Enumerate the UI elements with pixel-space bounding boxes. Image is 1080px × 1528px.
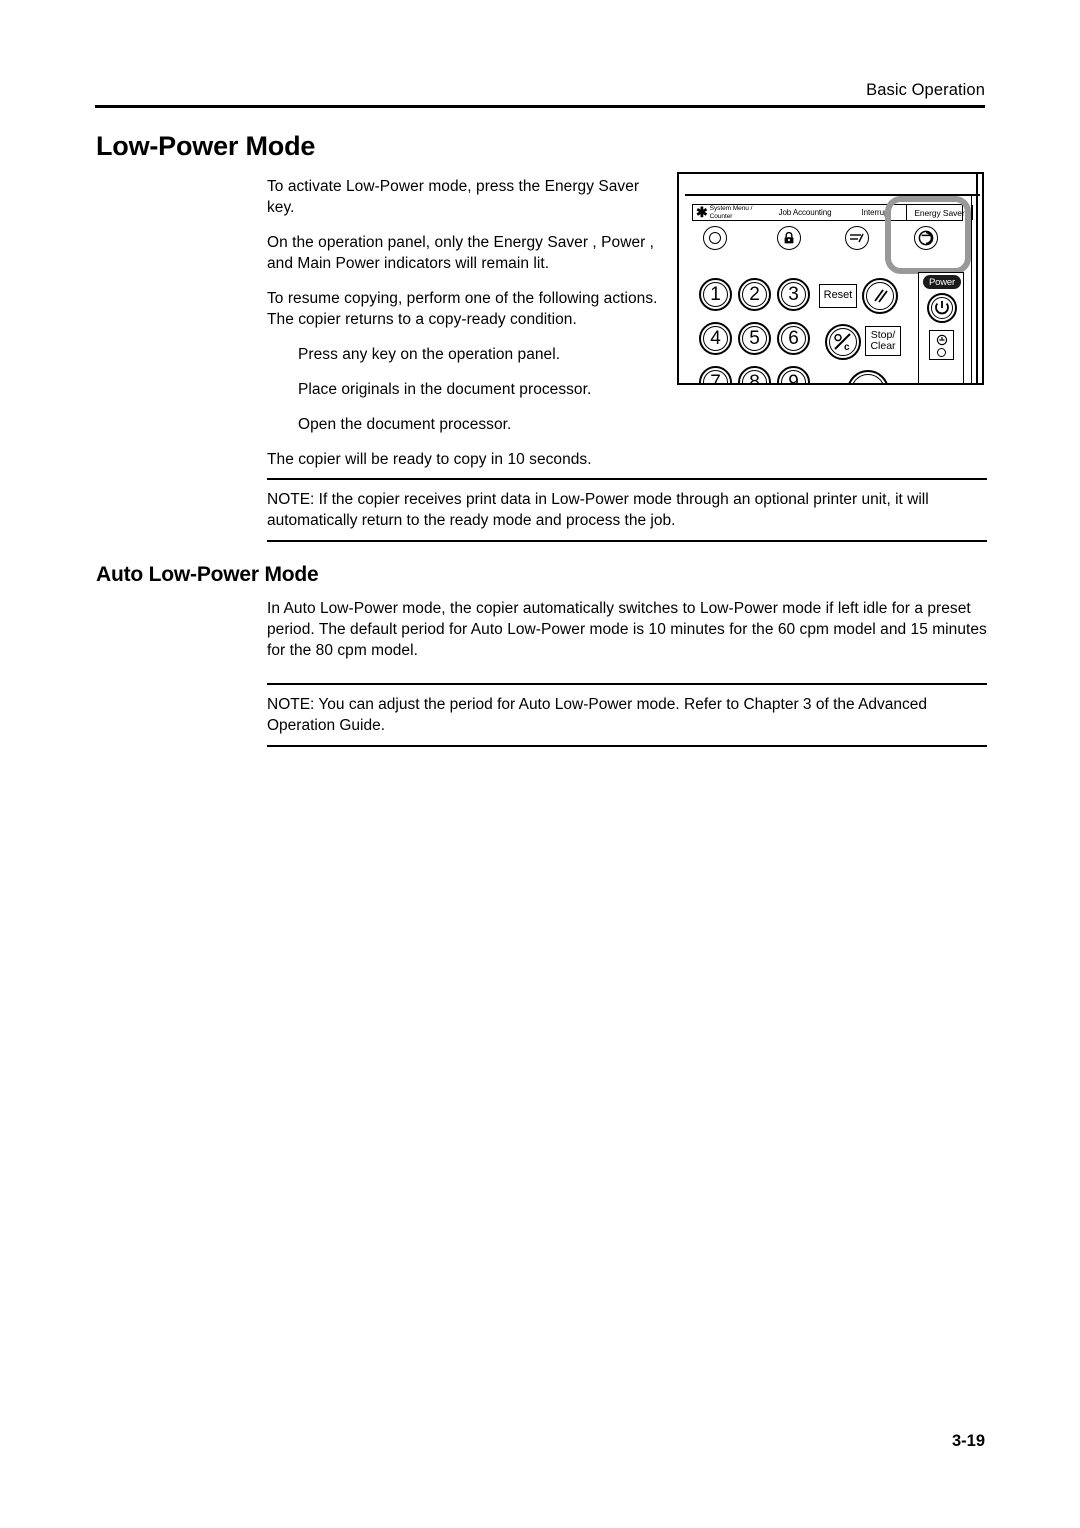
section-low-power-body: To activate Low-Power mode, press the En… [267,176,659,470]
percent-clear-icon[interactable]: c [825,324,861,360]
energy-saver-icon [914,226,938,250]
power-button[interactable] [927,293,957,323]
panel-bezel-edge [976,174,978,383]
label-energy-saver: Energy Saver [906,205,973,220]
page-number: 3-19 [951,1432,985,1450]
paragraph: In Auto Low-Power mode, the copier autom… [267,600,987,659]
note-rule-bottom [267,540,987,542]
stop-clear-label-line1: Stop/ [870,328,896,341]
keypad-key-6[interactable]: 6 [777,322,810,355]
resume-actions-list: Press any key on the operation panel. Pl… [267,344,659,435]
label-system-menu-line2: Counter [709,212,733,220]
lock-icon [777,226,801,250]
document-page: Basic Operation Low-Power Mode To activa… [0,0,1080,1528]
panel-bezel-line [685,194,980,196]
label-job-accounting: Job Accounting [778,208,832,217]
keypad-key-7[interactable]: 7 [699,366,732,385]
asterisk-icon: ✱ [696,204,708,220]
system-menu-counter-icon [703,226,727,250]
start-button[interactable] [847,370,889,383]
key-label: 1 [710,283,721,305]
note-block-auto-low-power: NOTE: You can adjust the period for Auto… [267,683,987,747]
svg-text:c: c [844,342,850,353]
keypad-key-3[interactable]: 3 [777,278,810,311]
key-label: 5 [749,327,760,349]
stop-clear-button[interactable]: Stop/ Clear [865,326,901,356]
note-text: NOTE: You can adjust the period for Auto… [267,696,928,734]
panel-label-strip: ✱ System Menu / Counter Job Accounting I… [692,204,973,221]
list-item: Open the document processor. [298,416,512,433]
paragraph-closing: The copier will be ready to copy in 10 s… [267,451,592,468]
double-slash-icon[interactable] [862,278,898,314]
section-heading-auto-low-power: Auto Low-Power Mode [96,563,319,586]
note-block-low-power: NOTE: If the copier receives print data … [267,478,987,542]
paragraph: On the operation panel, only the Energy … [267,234,655,272]
keypad-key-8[interactable]: 8 [738,366,771,385]
key-label: 9 [788,371,799,385]
keypad-key-9[interactable]: 9 [777,366,810,385]
operation-panel-illustration: ✱ System Menu / Counter Job Accounting I… [677,172,984,385]
label-interrupt: Interrupt [861,208,891,217]
header-rule [95,105,985,108]
label-system-menu-line1: System Menu / [709,205,753,212]
panel-indicator-row [679,226,982,252]
key-label: 8 [749,371,760,385]
paragraph: To resume copying, perform one of the fo… [267,290,658,328]
running-head: Basic Operation [866,81,985,99]
key-label: 7 [710,371,721,385]
page-title: Low-Power Mode [96,131,316,161]
section-auto-low-power-body: In Auto Low-Power mode, the copier autom… [267,598,987,661]
reset-button[interactable]: Reset [819,284,857,308]
stop-clear-label-line2: Clear [870,340,896,352]
reset-button-label: Reset [823,289,853,302]
list-item: Place originals in the document processo… [298,381,592,398]
panel-bezel-edge-inner [971,194,972,383]
paragraph: To activate Low-Power mode, press the En… [267,178,640,216]
interrupt-icon [845,226,869,250]
key-label: 4 [710,327,721,349]
power-tag-label: Power [923,275,961,289]
keypad-key-1[interactable]: 1 [699,278,732,311]
note-text: NOTE: If the copier receives print data … [267,491,929,529]
key-label: 3 [788,283,799,305]
main-power-led [937,347,946,357]
key-label: 2 [749,283,760,305]
keypad-key-5[interactable]: 5 [738,322,771,355]
list-item: Press any key on the operation panel. [298,346,561,363]
keypad-key-2[interactable]: 2 [738,278,771,311]
note-rule-bottom [267,745,987,747]
key-label: 6 [788,327,799,349]
main-power-icon [936,334,947,345]
main-power-indicator [929,330,954,360]
keypad-key-4[interactable]: 4 [699,322,732,355]
label-system-menu-counter: ✱ System Menu / Counter [696,205,752,220]
